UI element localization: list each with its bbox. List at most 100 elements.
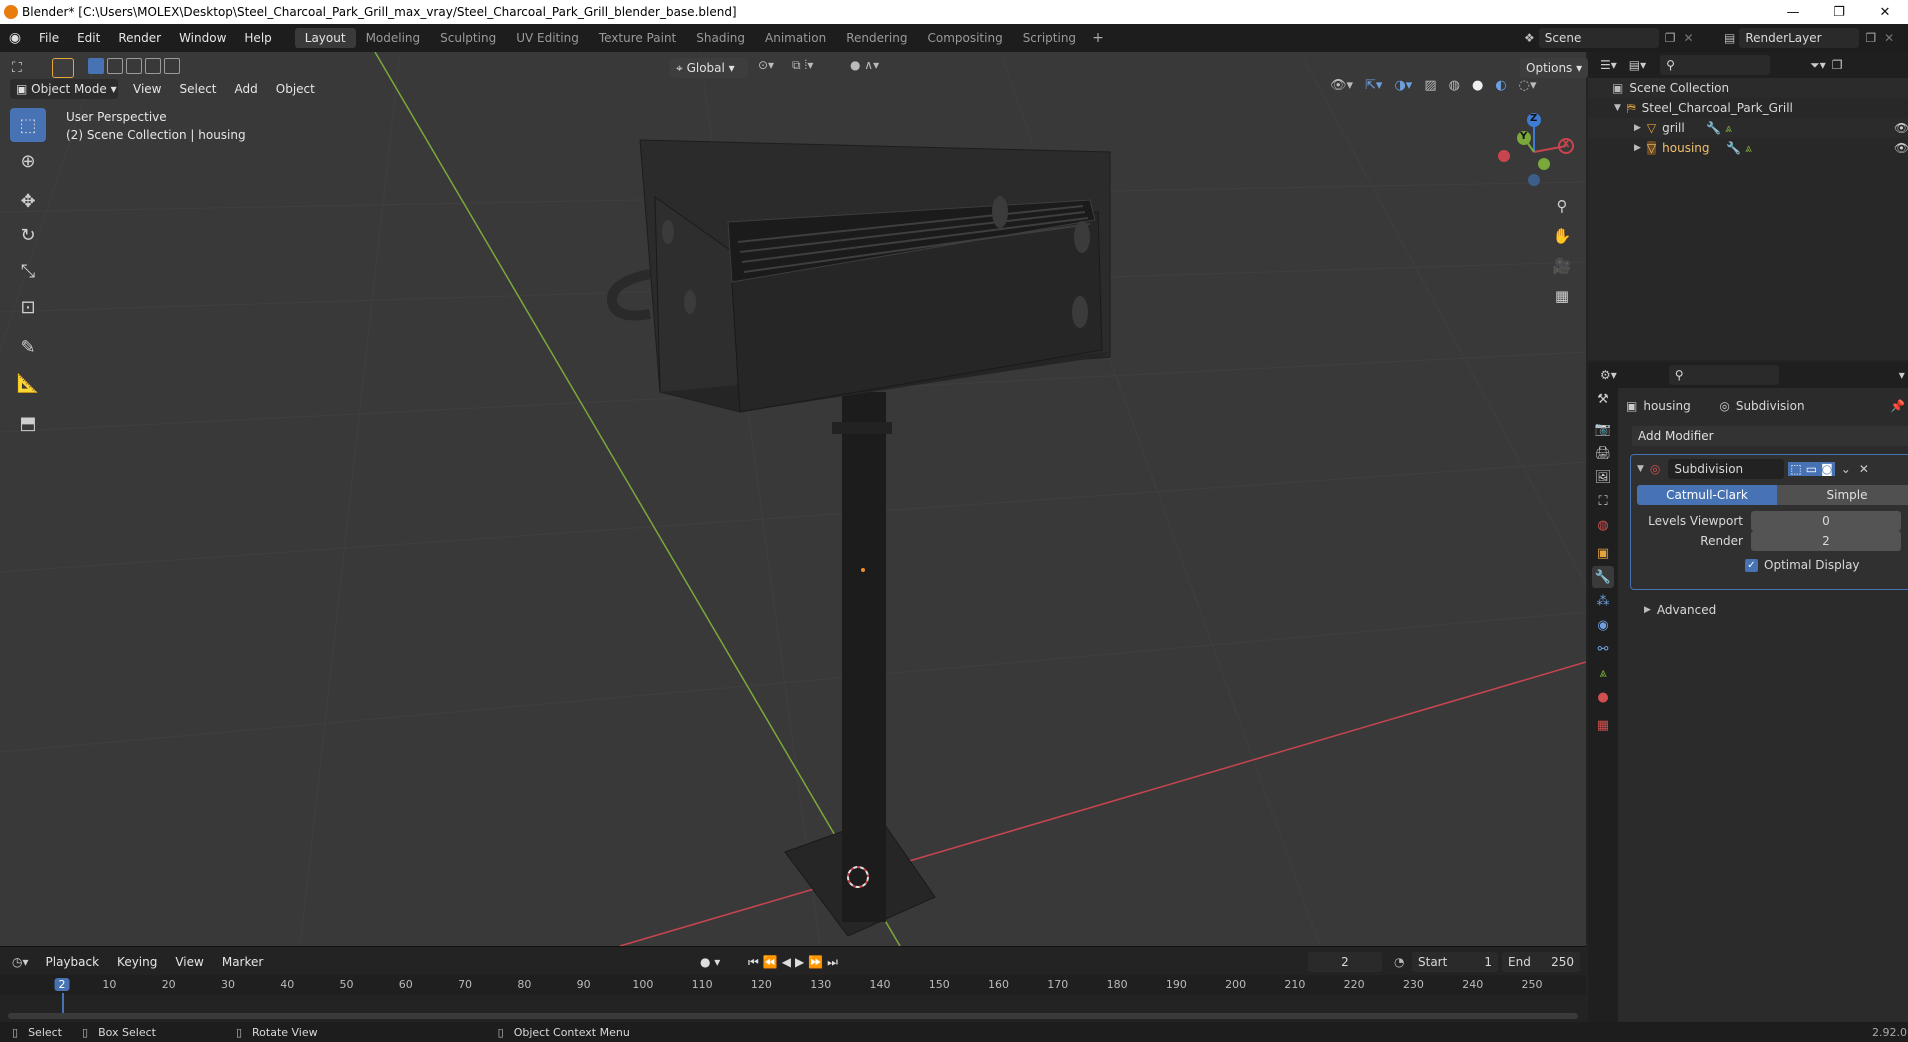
timeline-menu-view[interactable]: View [166, 951, 212, 973]
select-set-icon[interactable] [88, 58, 104, 74]
optimal-display-checkbox[interactable]: ✓ [1745, 558, 1758, 572]
editor-type-icon[interactable]: ⛶ [12, 60, 22, 76]
frame-ruler[interactable]: 2 10 20 30 40 50 60 70 80 90 100 110 120 130 140 150 160… [0, 975, 1586, 995]
selection-mode-icons[interactable] [88, 58, 180, 74]
current-frame-field[interactable]: 2 [1308, 952, 1382, 972]
expand-icon[interactable]: ▶ [1634, 123, 1641, 133]
menu-render[interactable]: Render [109, 24, 170, 52]
modifier-name-field[interactable]: Subdivision [1668, 459, 1785, 479]
select-extend-icon[interactable] [107, 58, 123, 74]
blender-menu-icon[interactable]: ◉ [0, 30, 30, 46]
select-subtract-icon[interactable] [126, 58, 142, 74]
minimize-button[interactable]: — [1770, 0, 1816, 24]
expand-icon[interactable]: ▼ [1614, 103, 1621, 113]
select-intersect-icon[interactable] [164, 58, 180, 74]
modifier-tab-icon[interactable]: 🔧 [1592, 566, 1614, 588]
remove-view-layer-icon[interactable]: ✕ [1884, 31, 1894, 45]
timeline-scrollbar[interactable] [8, 1013, 1578, 1019]
expand-icon[interactable]: ▶ [1644, 605, 1651, 615]
remove-scene-icon[interactable]: ✕ [1684, 31, 1694, 45]
playback-controls[interactable]: ⏮⏪◀▶⏩⏭ [748, 955, 842, 970]
rotate-tool-icon[interactable]: ↻ [10, 218, 46, 252]
timeline-menu-keying[interactable]: Keying [108, 951, 166, 973]
new-collection-icon[interactable]: ❐ [1832, 58, 1843, 72]
view-layer-tab-icon[interactable]: 🖼 [1592, 466, 1614, 488]
solid-shading-icon[interactable]: ● [1472, 78, 1483, 93]
properties-editor-icon[interactable]: ⚙▾ [1600, 368, 1617, 382]
material-shading-icon[interactable]: ◐ [1495, 78, 1506, 93]
overlay-toggle-icon[interactable]: ◑▾ [1394, 78, 1412, 93]
edit-mode-toggle-icon[interactable]: ⬚ [1788, 462, 1804, 476]
wireframe-shading-icon[interactable]: ◍ [1449, 78, 1460, 93]
menu-edit[interactable]: Edit [68, 24, 109, 52]
zoom-icon[interactable]: ⚲ [1548, 192, 1576, 220]
material-tab-icon[interactable]: ● [1592, 686, 1614, 708]
tab-modeling[interactable]: Modeling [356, 28, 431, 48]
timeline-menu-playback[interactable]: Playback [37, 951, 109, 973]
object-tab-icon[interactable]: ▣ [1592, 542, 1614, 564]
select-box-tool-icon[interactable]: ⬚ [10, 108, 46, 142]
outliner-item-housing[interactable]: ▶ ▽ housing 🔧 ⩓ 👁 [1588, 138, 1908, 158]
3d-viewport[interactable] [0, 52, 1586, 946]
gizmo-toggle-icon[interactable]: ⇱▾ [1365, 78, 1382, 93]
add-cube-tool-icon[interactable]: ⬒ [10, 406, 46, 440]
modifier-menu-icon[interactable]: ⌄ [1841, 462, 1851, 476]
display-mode-icon[interactable]: ▤▾ [1629, 58, 1646, 72]
properties-search-input[interactable]: ⚲ [1668, 365, 1779, 385]
constraints-tab-icon[interactable]: ⚯ [1592, 638, 1614, 660]
outliner-editor-icon[interactable]: ☰▾ [1600, 58, 1617, 72]
output-tab-icon[interactable]: 🖨 [1592, 442, 1614, 464]
add-modifier-dropdown[interactable]: Add Modifier [1632, 426, 1908, 446]
particles-tab-icon[interactable]: ⁂ [1592, 590, 1614, 612]
tab-sculpting[interactable]: Sculpting [430, 28, 506, 48]
maximize-button[interactable]: ❐ [1816, 0, 1862, 24]
simple-button[interactable]: Simple [1777, 485, 1908, 505]
proportional-edit-icon[interactable]: ● ∧▾ [850, 58, 879, 72]
render-tab-icon[interactable]: 📷 [1592, 418, 1614, 440]
tab-layout[interactable]: Layout [294, 28, 356, 48]
advanced-subpanel[interactable]: ▶ Advanced [1644, 600, 1716, 620]
viewport-toggle-icon[interactable]: ▭ [1803, 462, 1820, 476]
options-dropdown[interactable]: Options ▾ [1520, 58, 1589, 78]
object-mode-dropdown[interactable]: ▣ Object Mode ▾ [10, 79, 118, 99]
timeline-menu-marker[interactable]: Marker [213, 951, 272, 973]
optimal-display-row[interactable]: ✓ Optimal Display [1745, 555, 1860, 575]
tab-scripting[interactable]: Scripting [1013, 28, 1086, 48]
pivot-point-icon[interactable]: ⊙▾ [758, 58, 774, 72]
render-levels-field[interactable]: 2 [1751, 531, 1901, 551]
orthographic-toggle-icon[interactable]: ▦ [1548, 282, 1576, 310]
new-view-layer-icon[interactable]: ❐ [1865, 31, 1876, 45]
cursor-tool-icon[interactable]: ⊕ [10, 144, 46, 178]
xray-icon[interactable]: ▨ [1424, 78, 1436, 93]
viewport-menu-add[interactable]: Add [226, 78, 267, 100]
menu-file[interactable]: File [30, 24, 68, 52]
tool-tab-icon[interactable]: ⚒ [1592, 388, 1614, 410]
close-button[interactable]: ✕ [1862, 0, 1908, 24]
viewport-menu-view[interactable]: View [124, 78, 170, 100]
clock-icon[interactable]: ◔ [1394, 955, 1404, 969]
catmull-clark-button[interactable]: Catmull-Clark [1637, 485, 1777, 505]
annotate-tool-icon[interactable]: ✎ [10, 330, 46, 364]
timeline-editor-icon[interactable]: ◷▾ [12, 955, 29, 969]
properties-options-icon[interactable]: ▾ [1899, 368, 1905, 382]
select-tool-icon[interactable] [52, 58, 74, 78]
camera-view-icon[interactable]: 🎥 [1548, 252, 1576, 280]
add-workspace-icon[interactable]: + [1092, 30, 1104, 46]
viewport-menu-select[interactable]: Select [170, 78, 225, 100]
scene-tab-icon[interactable]: ⛶ [1592, 490, 1614, 512]
menu-window[interactable]: Window [170, 24, 235, 52]
tab-rendering[interactable]: Rendering [836, 28, 917, 48]
end-frame-field[interactable]: End 250 [1502, 952, 1580, 972]
select-invert-icon[interactable] [145, 58, 161, 74]
physics-tab-icon[interactable]: ◉ [1592, 614, 1614, 636]
outliner-item-scene-collection[interactable]: ▣ Scene Collection [1588, 78, 1908, 98]
auto-keying-icon[interactable]: ● ▾ [700, 955, 720, 969]
tab-texture-paint[interactable]: Texture Paint [589, 28, 686, 48]
visibility-eye-icon[interactable]: 👁 [1894, 121, 1908, 135]
visibility-eye-icon[interactable]: 👁 [1894, 141, 1908, 155]
texture-tab-icon[interactable]: ▦ [1592, 714, 1614, 736]
view-layer-field[interactable]: RenderLayer [1739, 28, 1860, 48]
world-tab-icon[interactable]: ◍ [1592, 514, 1614, 536]
scene-name-field[interactable]: Scene [1538, 28, 1659, 48]
levels-viewport-field[interactable]: 0 [1751, 511, 1901, 531]
